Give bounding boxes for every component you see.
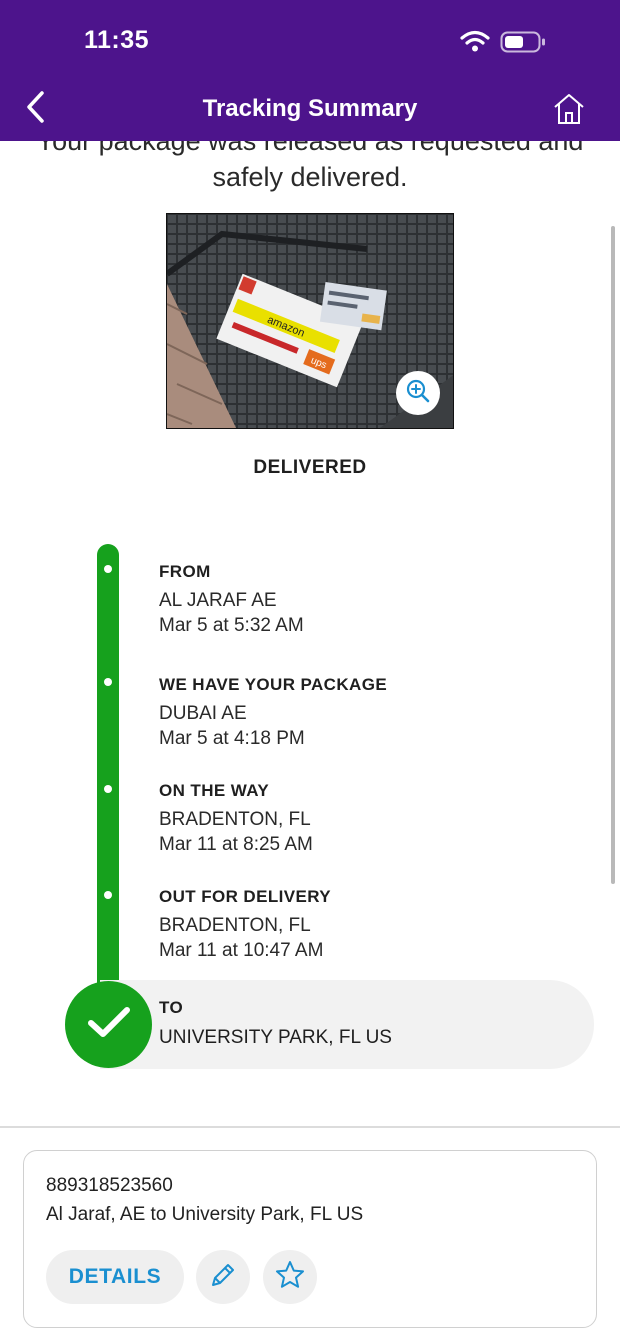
edit-nickname-button[interactable] xyxy=(196,1250,250,1304)
step-title: ON THE WAY xyxy=(159,781,270,800)
status-time: 11:35 xyxy=(84,26,150,54)
home-icon xyxy=(552,94,586,130)
zoom-photo-button[interactable] xyxy=(396,371,440,415)
timeline-dot xyxy=(104,565,112,573)
timeline-dot xyxy=(104,891,112,899)
timeline-step-destination: TO UNIVERSITY PARK, FL US xyxy=(159,998,392,1049)
delivery-status-label: DELIVERED xyxy=(253,457,367,478)
step-time: Mar 11 at 10:47 AM xyxy=(159,940,324,961)
step-location: BRADENTON, FL xyxy=(159,915,311,936)
step-title: OUT FOR DELIVERY xyxy=(159,887,332,906)
step-title: WE HAVE YOUR PACKAGE xyxy=(159,675,388,694)
home-button[interactable] xyxy=(552,92,586,126)
step-location: BRADENTON, FL xyxy=(159,809,311,830)
details-button[interactable]: DETAILS xyxy=(46,1250,184,1304)
watch-shipment-button[interactable] xyxy=(263,1250,317,1304)
step-location: AL JARAF AE xyxy=(159,590,277,611)
delivery-message-line-2: safely delivered. xyxy=(212,162,408,192)
wifi-icon xyxy=(460,30,490,57)
timeline-step-from: FROM AL JARAF AE Mar 5 at 5:32 AM xyxy=(159,562,304,637)
step-location: DUBAI AE xyxy=(159,703,247,724)
page-title: Tracking Summary xyxy=(202,95,418,122)
timeline-dot xyxy=(104,785,112,793)
scrollbar[interactable] xyxy=(611,226,615,884)
divider xyxy=(0,1126,620,1128)
timeline-step-out-for-delivery: OUT FOR DELIVERY BRADENTON, FL Mar 11 at… xyxy=(159,887,331,962)
header-bar: 11:35 Tracking Summary xyxy=(0,0,620,141)
step-title: FROM xyxy=(159,562,211,581)
step-location: UNIVERSITY PARK, FL US xyxy=(159,1027,392,1048)
checkmark-icon xyxy=(85,1002,133,1047)
timeline-dot xyxy=(104,678,112,686)
step-title: TO xyxy=(159,998,184,1017)
timeline-step-picked-up: WE HAVE YOUR PACKAGE DUBAI AE Mar 5 at 4… xyxy=(159,675,387,750)
pencil-icon xyxy=(208,1260,238,1295)
battery-icon xyxy=(500,31,546,58)
tracking-number: 889318523560 xyxy=(46,1175,173,1196)
shipment-route: Al Jaraf, AE to University Park, FL US xyxy=(46,1204,364,1225)
step-time: Mar 5 at 4:18 PM xyxy=(159,728,305,749)
zoom-in-icon xyxy=(405,378,431,409)
star-icon xyxy=(274,1259,306,1296)
step-time: Mar 11 at 8:25 AM xyxy=(159,834,313,855)
timeline-step-on-the-way: ON THE WAY BRADENTON, FL Mar 11 at 8:25 … xyxy=(159,781,313,856)
delivered-check-badge xyxy=(65,981,152,1068)
step-time: Mar 5 at 5:32 AM xyxy=(159,615,304,636)
